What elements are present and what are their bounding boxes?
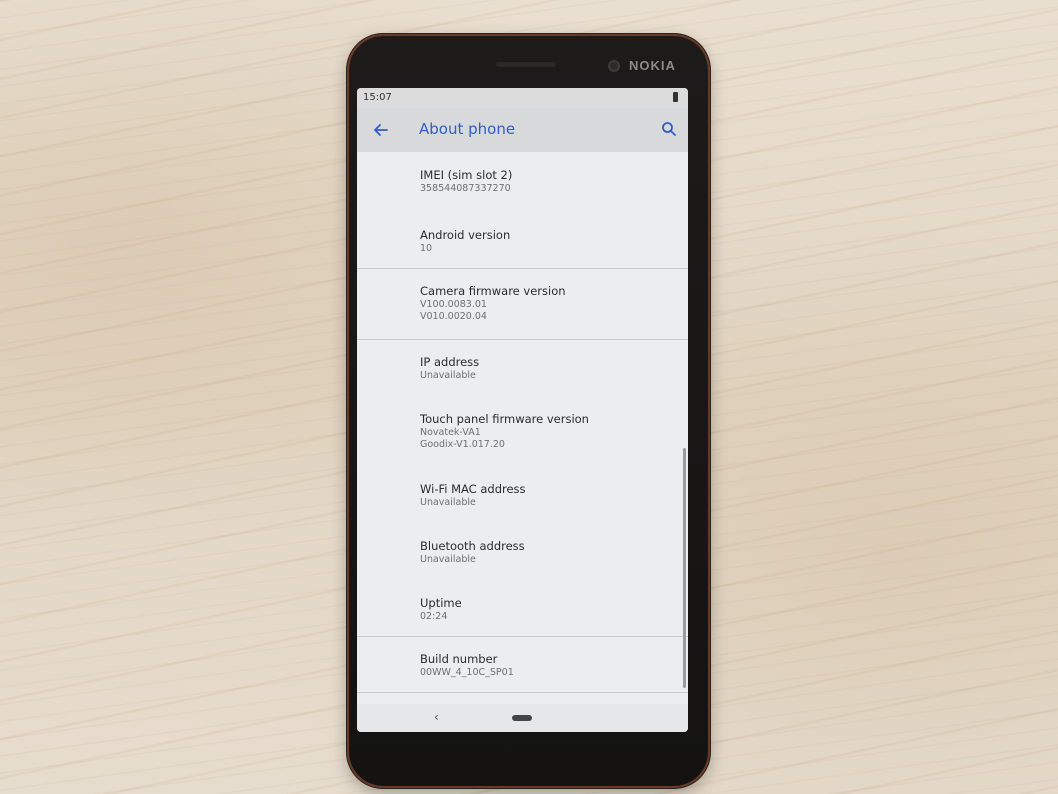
search-icon[interactable]	[660, 120, 678, 138]
divider	[357, 268, 688, 269]
item-value: Unavailable	[420, 497, 476, 508]
earpiece-speaker	[496, 62, 556, 67]
phone-device: NOKIA 15:07 About phone IMEI (sim slot 2…	[349, 36, 708, 786]
divider	[357, 339, 688, 340]
item-title: Bluetooth address	[420, 539, 525, 553]
battery-icon	[673, 92, 678, 102]
status-time: 15:07	[363, 92, 392, 103]
item-title: Touch panel firmware version	[420, 412, 589, 426]
nav-home-pill-icon[interactable]	[512, 715, 532, 721]
item-value: Unavailable	[420, 370, 476, 381]
status-bar: 15:07	[357, 88, 688, 108]
item-value: 358544087337270	[420, 183, 511, 194]
item-title: Wi-Fi MAC address	[420, 482, 526, 496]
list-item-ip-address[interactable]: IP address Unavailable	[420, 355, 670, 382]
item-title: Android version	[420, 228, 511, 242]
back-arrow-icon[interactable]	[371, 120, 391, 140]
page-title: About phone	[419, 120, 516, 138]
list-item-imei[interactable]: IMEI (sim slot 2) 358544087337270	[420, 168, 670, 195]
list-item-touch-panel-firmware[interactable]: Touch panel firmware version Novatek-VA1…	[420, 412, 670, 451]
list-item-android-version[interactable]: Android version 10	[420, 228, 670, 255]
list-item-build-number[interactable]: Build number 00WW_4_10C_SP01	[420, 652, 670, 679]
item-value: Novatek-VA1	[420, 427, 481, 438]
list-item-camera-firmware[interactable]: Camera firmware version V100.0083.01 V01…	[420, 284, 670, 323]
nav-back-icon[interactable]: ‹	[434, 710, 439, 724]
desk-background: NOKIA 15:07 About phone IMEI (sim slot 2…	[0, 0, 1058, 794]
item-value: 10	[420, 243, 433, 254]
navigation-bar: ‹	[357, 704, 688, 732]
item-value-secondary: Goodix-V1.017.20	[420, 439, 505, 450]
front-camera	[608, 60, 620, 72]
item-value: V100.0083.01	[420, 299, 487, 310]
settings-list: IMEI (sim slot 2) 358544087337270 Androi…	[357, 152, 688, 704]
item-value: Unavailable	[420, 554, 476, 565]
item-title: Uptime	[420, 596, 462, 610]
divider	[357, 636, 688, 637]
item-value: 00WW_4_10C_SP01	[420, 667, 514, 678]
brand-logo: NOKIA	[629, 58, 676, 73]
item-value: 02:24	[420, 611, 448, 622]
divider	[357, 692, 688, 693]
scrollbar[interactable]	[683, 448, 686, 688]
list-item-bluetooth-address[interactable]: Bluetooth address Unavailable	[420, 539, 670, 566]
item-value-secondary: V010.0020.04	[420, 311, 487, 322]
item-title: IP address	[420, 355, 480, 369]
item-title: Camera firmware version	[420, 284, 566, 298]
list-item-wifi-mac[interactable]: Wi-Fi MAC address Unavailable	[420, 482, 670, 509]
list-item-uptime[interactable]: Uptime 02:24	[420, 596, 670, 623]
item-title: IMEI (sim slot 2)	[420, 168, 513, 182]
item-title: Build number	[420, 652, 498, 666]
phone-screen: 15:07 About phone IMEI (sim slot 2) 3585…	[357, 88, 688, 732]
app-bar: About phone	[357, 108, 688, 152]
